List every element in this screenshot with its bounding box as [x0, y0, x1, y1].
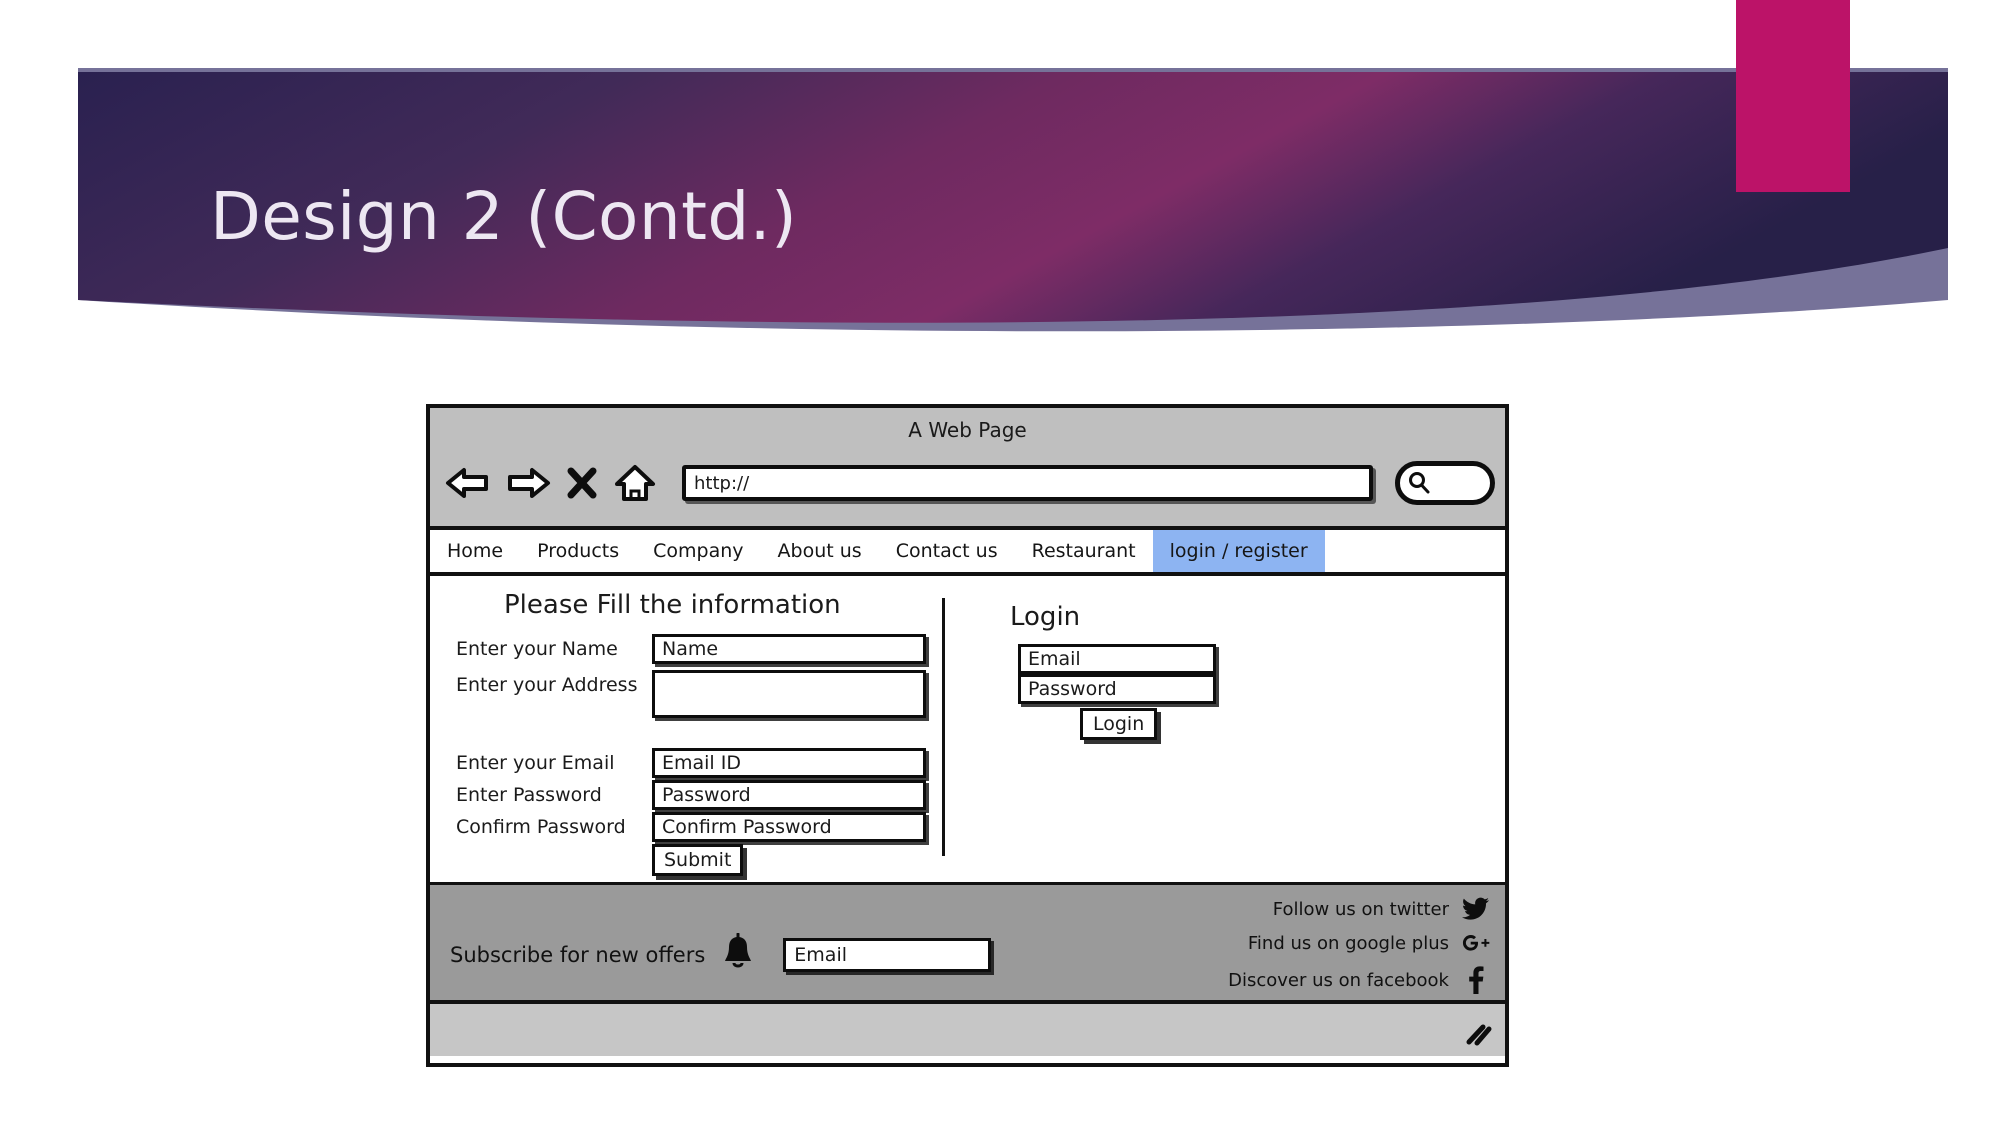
form-row-email: Enter your Email Email ID [456, 748, 926, 778]
input-name[interactable]: Name [652, 634, 926, 664]
label-confirm-password: Confirm Password [456, 816, 626, 838]
accent-rectangle [1736, 0, 1850, 192]
browser-chrome: A Web Page http:// [430, 408, 1505, 530]
social-label: Follow us on twitter [1272, 898, 1449, 920]
nav-label: Contact us [895, 540, 998, 562]
facebook-icon [1461, 965, 1491, 995]
back-arrow-icon[interactable] [444, 463, 492, 503]
url-input[interactable]: http:// [682, 465, 1373, 501]
input-address[interactable] [652, 670, 926, 718]
nav-item-about-us[interactable]: About us [761, 530, 879, 572]
form-row-name: Enter your Name Name [456, 634, 926, 664]
label-name: Enter your Name [456, 638, 618, 660]
twitter-icon [1461, 897, 1491, 921]
site-navigation: Home Products Company About us Contact u… [430, 530, 1505, 576]
slide-banner: Design 2 (Contd.) [0, 0, 2001, 370]
browser-toolbar: http:// [444, 450, 1495, 516]
input-password[interactable]: Password [652, 780, 926, 810]
login-heading: Login [1010, 602, 1081, 632]
form-row-confirm-password: Confirm Password Confirm Password [456, 812, 926, 842]
forward-arrow-icon[interactable] [504, 463, 552, 503]
social-label: Find us on google plus [1247, 932, 1449, 954]
label-email: Enter your Email [456, 752, 615, 774]
nav-label: Company [653, 540, 744, 562]
social-link-google-plus[interactable]: Find us on google plus [1228, 931, 1491, 955]
status-bar [430, 1004, 1505, 1056]
form-row-password: Enter Password Password [456, 780, 926, 810]
close-x-icon[interactable] [564, 463, 600, 503]
label-password: Enter Password [456, 784, 602, 806]
social-label: Discover us on facebook [1228, 969, 1449, 991]
social-links: Follow us on twitter Find us on google p… [1228, 897, 1491, 995]
search-input[interactable] [1395, 461, 1495, 505]
home-icon[interactable] [612, 463, 660, 503]
login-form-panel: Login Email Password Login [970, 576, 1420, 882]
subscribe-block: Subscribe for new offers Email [450, 932, 992, 977]
registration-heading: Please Fill the information [504, 590, 841, 620]
login-button[interactable]: Login [1080, 708, 1158, 740]
slide-title: Design 2 (Contd.) [210, 178, 798, 255]
subscribe-label: Subscribe for new offers [450, 943, 706, 967]
nav-item-company[interactable]: Company [636, 530, 760, 572]
google-plus-icon [1461, 931, 1491, 955]
search-magnifier-icon [1409, 472, 1430, 494]
input-email[interactable]: Email ID [652, 748, 926, 778]
browser-wireframe-mockup: A Web Page http:// Home Products Company… [426, 404, 1509, 1067]
nav-label: Restaurant [1031, 540, 1136, 562]
window-title: A Web Page [908, 418, 1027, 442]
login-email-input[interactable]: Email [1018, 644, 1216, 674]
nav-filler [1325, 530, 1505, 572]
social-link-twitter[interactable]: Follow us on twitter [1228, 897, 1491, 921]
resize-grip-icon[interactable] [1463, 1022, 1493, 1048]
page-content: Please Fill the information Enter your N… [430, 576, 1505, 882]
subscribe-email-input[interactable]: Email [783, 938, 992, 972]
nav-item-contact-us[interactable]: Contact us [879, 530, 1015, 572]
nav-label: Products [537, 540, 620, 562]
login-password-input[interactable]: Password [1018, 674, 1216, 704]
nav-label: About us [777, 540, 862, 562]
bell-icon [721, 932, 755, 977]
nav-item-products[interactable]: Products [520, 530, 636, 572]
label-address: Enter your Address [456, 674, 638, 696]
nav-label: Home [447, 540, 504, 562]
nav-item-login-register[interactable]: login / register [1152, 530, 1325, 572]
form-row-address: Enter your Address [456, 670, 926, 718]
submit-button[interactable]: Submit [652, 844, 744, 876]
nav-item-home[interactable]: Home [430, 530, 520, 572]
registration-form-panel: Please Fill the information Enter your N… [430, 576, 940, 882]
presentation-slide: Design 2 (Contd.) A Web Page http:// Hom… [0, 0, 2001, 1125]
nav-item-restaurant[interactable]: Restaurant [1015, 530, 1153, 572]
nav-label: login / register [1169, 540, 1308, 562]
page-footer: Subscribe for new offers Email Follow us… [430, 882, 1505, 1004]
panel-divider [942, 598, 945, 856]
social-link-facebook[interactable]: Discover us on facebook [1228, 965, 1491, 995]
url-text: http:// [694, 472, 750, 494]
input-confirm-password[interactable]: Confirm Password [652, 812, 926, 842]
